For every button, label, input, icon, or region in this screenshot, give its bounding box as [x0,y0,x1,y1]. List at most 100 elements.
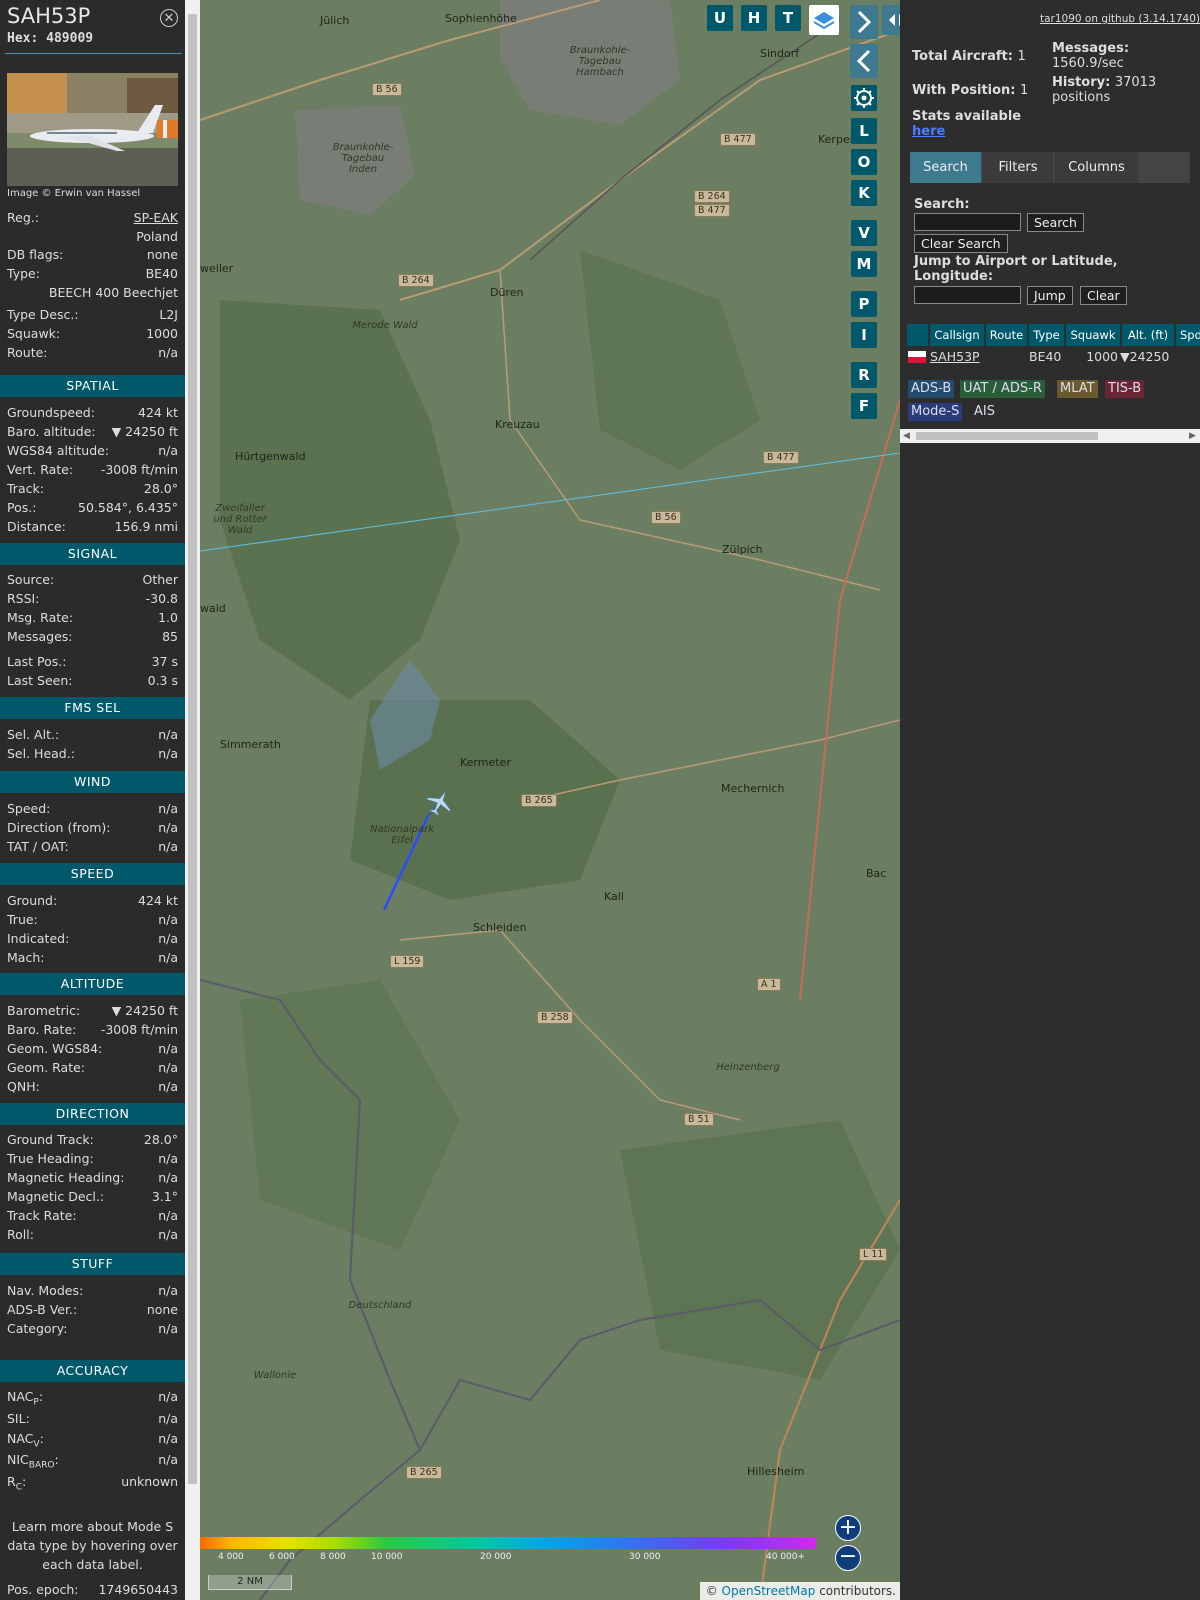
scroll-right-icon[interactable]: ▶ [1189,431,1196,441]
gear-icon[interactable] [851,85,877,111]
wind-label[interactable]: TAT / OAT: [7,839,69,854]
altitude-label[interactable]: Baro. Rate: [7,1022,76,1037]
sidebar-scrollbar[interactable] [185,0,200,1600]
signal-label[interactable]: Last Pos.: [7,654,66,669]
jump-input[interactable] [914,286,1021,304]
altitude-label[interactable]: Geom. Rate: [7,1060,85,1075]
clear-search-button[interactable]: Clear Search [914,234,1008,253]
accuracy-label[interactable]: RC: [7,1474,26,1493]
direction-label[interactable]: Track Rate: [7,1208,77,1223]
stats-link[interactable]: here [912,124,945,139]
expand-horizontal-icon[interactable] [882,5,900,35]
scroll-left-icon[interactable]: ◀ [903,431,910,441]
fms-label[interactable]: Sel. Head.: [7,746,75,761]
direction-label[interactable]: Magnetic Decl.: [7,1189,104,1204]
speed-label[interactable]: Mach: [7,950,44,965]
osm-link[interactable]: OpenStreetMap [722,1584,816,1598]
squawk-row: Squawk: 1000 [7,326,178,341]
col-type[interactable]: Type [1029,324,1064,346]
speed-label[interactable]: True: [7,912,38,927]
map-button-r[interactable]: R [851,362,877,388]
accuracy-label[interactable]: SIL: [7,1411,30,1426]
signal-value: Other [142,572,179,587]
wind-label[interactable]: Direction (from): [7,820,111,835]
map-button-k[interactable]: K [851,180,877,206]
map-button-m[interactable]: M [851,251,877,277]
row-callsign[interactable]: SAH53P [930,348,984,366]
direction-label[interactable]: Roll: [7,1227,34,1242]
chevron-left-icon[interactable] [850,44,878,78]
close-icon[interactable]: ✕ [160,9,178,27]
jump-button[interactable]: Jump [1027,286,1073,305]
github-link[interactable]: tar1090 on github (3.14.1740) [1040,13,1200,25]
fms-label[interactable]: Sel. Alt.: [7,727,59,742]
horizontal-scrollbar[interactable]: ◀ ▶ [900,429,1200,443]
altitude-label[interactable]: QNH: [7,1079,40,1094]
stuff-label[interactable]: Nav. Modes: [7,1283,83,1298]
altitude-color-scale [200,1537,816,1549]
spatial-label[interactable]: WGS84 altitude: [7,443,109,458]
accuracy-label[interactable]: NACV: [7,1431,44,1450]
signal-label[interactable]: Messages: [7,629,73,644]
speed-label[interactable]: Indicated: [7,931,69,946]
map-button-f[interactable]: F [851,393,877,419]
chevron-right-icon[interactable] [850,5,878,39]
stuff-label[interactable]: ADS-B Ver.: [7,1302,77,1317]
spatial-label[interactable]: Vert. Rate: [7,462,73,477]
spatial-label[interactable]: Distance: [7,519,66,534]
tab-filters[interactable]: Filters [983,152,1053,183]
stuff-label[interactable]: Category: [7,1321,67,1336]
col-callsign[interactable]: Callsign [930,324,984,346]
direction-label[interactable]: True Heading: [7,1151,94,1166]
accuracy-label[interactable]: NACP: [7,1389,43,1408]
map-button-u[interactable]: U [707,5,733,31]
col-route[interactable]: Route [986,324,1027,346]
tab-search[interactable]: Search [910,152,981,183]
spatial-label[interactable]: Pos.: [7,500,36,515]
map-place-label: Jülich [320,14,350,27]
layers-icon[interactable] [809,5,839,35]
spatial-value: n/a [158,443,178,458]
map-place-label: Braunkohle-Tagebau Inden [332,142,394,175]
zoom-in-icon[interactable]: + [835,1515,861,1541]
wind-label[interactable]: Speed: [7,801,50,816]
reg-link[interactable]: SP-EAK [134,210,178,225]
spatial-label[interactable]: Baro. altitude: [7,424,96,439]
scrollbar-thumb[interactable] [188,14,197,1484]
altitude-label[interactable]: Geom. WGS84: [7,1041,102,1056]
direction-label[interactable]: Ground Track: [7,1132,94,1147]
tab-columns[interactable]: Columns [1055,152,1138,183]
clear-button[interactable]: Clear [1080,286,1127,305]
col-flag[interactable] [907,324,928,346]
search-input[interactable] [914,213,1021,231]
aircraft-photo[interactable] [7,73,178,186]
spatial-label[interactable]: Groundspeed: [7,405,95,420]
signal-label[interactable]: Last Seen: [7,673,72,688]
map-button-o[interactable]: O [851,149,877,175]
map-button-l[interactable]: L [851,118,877,144]
altitude-label[interactable]: Barometric: [7,1003,80,1018]
aircraft-icon[interactable] [425,787,455,817]
map-canvas[interactable]: Jülich Sophienhöhe Braunkohle-Tagebau Hamb… [200,0,900,1600]
signal-label[interactable]: RSSI: [7,591,39,606]
wind-value: n/a [158,839,178,854]
hscroll-thumb[interactable] [916,432,1098,440]
map-button-t[interactable]: T [775,5,801,31]
map-button-i[interactable]: I [851,322,877,348]
spatial-label[interactable]: Track: [7,481,44,496]
accuracy-label[interactable]: NICBARO: [7,1452,59,1471]
section-fms: FMS SEL [0,697,185,719]
map-button-p[interactable]: P [851,291,877,317]
direction-label[interactable]: Magnetic Heading: [7,1170,124,1185]
map-button-h[interactable]: H [741,5,767,31]
signal-row: Msg. Rate: 1.0 [7,610,178,629]
zoom-out-icon[interactable]: − [835,1545,861,1571]
col-altitude[interactable]: Alt. (ft) [1122,324,1174,346]
col-squawk[interactable]: Squawk [1066,324,1120,346]
speed-label[interactable]: Ground: [7,893,57,908]
search-button[interactable]: Search [1027,213,1084,232]
signal-label[interactable]: Msg. Rate: [7,610,73,625]
signal-label[interactable]: Source: [7,572,54,587]
map-button-v[interactable]: V [851,220,877,246]
col-speed[interactable]: Spd [1176,324,1200,346]
